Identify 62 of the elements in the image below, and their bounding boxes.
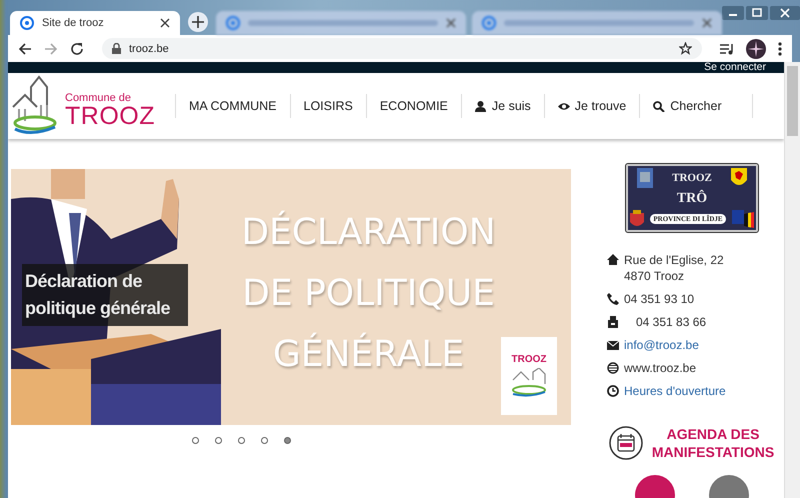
contact-text: 04 351 83 66 (636, 314, 706, 330)
house-icon (607, 254, 619, 266)
banner-headline: DÉCLARATION DE POLITIQUE GÉNÉRALE (240, 210, 497, 376)
eye-icon (558, 100, 570, 112)
site-icon (20, 16, 34, 30)
slide-dot[interactable] (238, 437, 244, 444)
sign-text: TROOZ (671, 172, 713, 184)
contact-text: 04 351 93 10 (624, 291, 694, 307)
globe-icon (607, 362, 619, 374)
nav-link[interactable]: MA COMMUNE (175, 94, 290, 118)
emblem-icon (637, 168, 653, 188)
logo-title: TROOZ (65, 104, 155, 128)
reload-icon[interactable] (70, 42, 84, 56)
media-icon[interactable] (720, 42, 734, 54)
calendar-icon[interactable] (608, 426, 642, 460)
address-bar[interactable]: trooz.be (102, 38, 702, 59)
minimize-icon[interactable] (722, 6, 744, 20)
plus-icon (192, 16, 204, 28)
nav-link[interactable]: Je trouve (544, 94, 640, 118)
phone-icon (607, 293, 619, 305)
back-icon[interactable] (18, 42, 32, 56)
nav-link[interactable]: LOISIRS (290, 94, 366, 118)
user-icon (474, 100, 487, 112)
maximize-icon[interactable] (746, 6, 768, 20)
coat-of-arms-icon (630, 210, 644, 228)
slide-dot[interactable] (214, 437, 222, 444)
contact-link[interactable]: Heures d'ouverture (624, 383, 726, 399)
slide-caption: Déclaration de politique générale (22, 264, 188, 326)
close-icon[interactable] (770, 6, 800, 20)
slide-dot[interactable] (260, 437, 268, 444)
village-logo-icon (509, 368, 549, 398)
close-icon[interactable] (160, 18, 170, 28)
lock-icon (112, 43, 121, 54)
banner-logo-text: TROOZ (512, 354, 546, 365)
star-icon[interactable] (679, 42, 692, 55)
logo-subtitle: Commune de (65, 92, 132, 104)
browser-tab[interactable]: Site de trooz (10, 11, 180, 35)
site-icon (226, 16, 240, 30)
nav-link[interactable]: ECONOMIE (366, 94, 461, 118)
coat-of-arms-icon (731, 168, 747, 188)
sign-title: TRÔ (676, 192, 708, 206)
fax-icon (607, 316, 619, 328)
menu-icon[interactable] (778, 42, 782, 56)
login-link[interactable]: Se connecter (704, 62, 766, 73)
url-text: trooz.be (129, 42, 169, 54)
scrollbar[interactable] (784, 62, 800, 498)
site-icon (482, 16, 496, 30)
nav-link[interactable]: Chercher (639, 94, 753, 118)
scrollbar-thumb[interactable] (787, 66, 798, 136)
clock-icon (607, 385, 619, 397)
contact-text: www.trooz.be (624, 360, 696, 376)
agenda-link[interactable]: AGENDA DES MANIFESTATIONS (650, 425, 776, 461)
contact-text: Rue de l'Eglise, 22 4870 Trooz (624, 252, 724, 284)
nav-link[interactable]: Je suis (460, 94, 544, 118)
avatar-icon[interactable] (746, 38, 766, 58)
slide-dot[interactable] (192, 437, 198, 444)
slide-dot[interactable] (284, 437, 290, 444)
flags-icon (732, 210, 754, 228)
search-icon (653, 100, 666, 112)
new-tab-button[interactable] (188, 12, 208, 32)
contact-link[interactable]: info@trooz.be (624, 337, 699, 353)
envelope-icon (607, 339, 619, 351)
